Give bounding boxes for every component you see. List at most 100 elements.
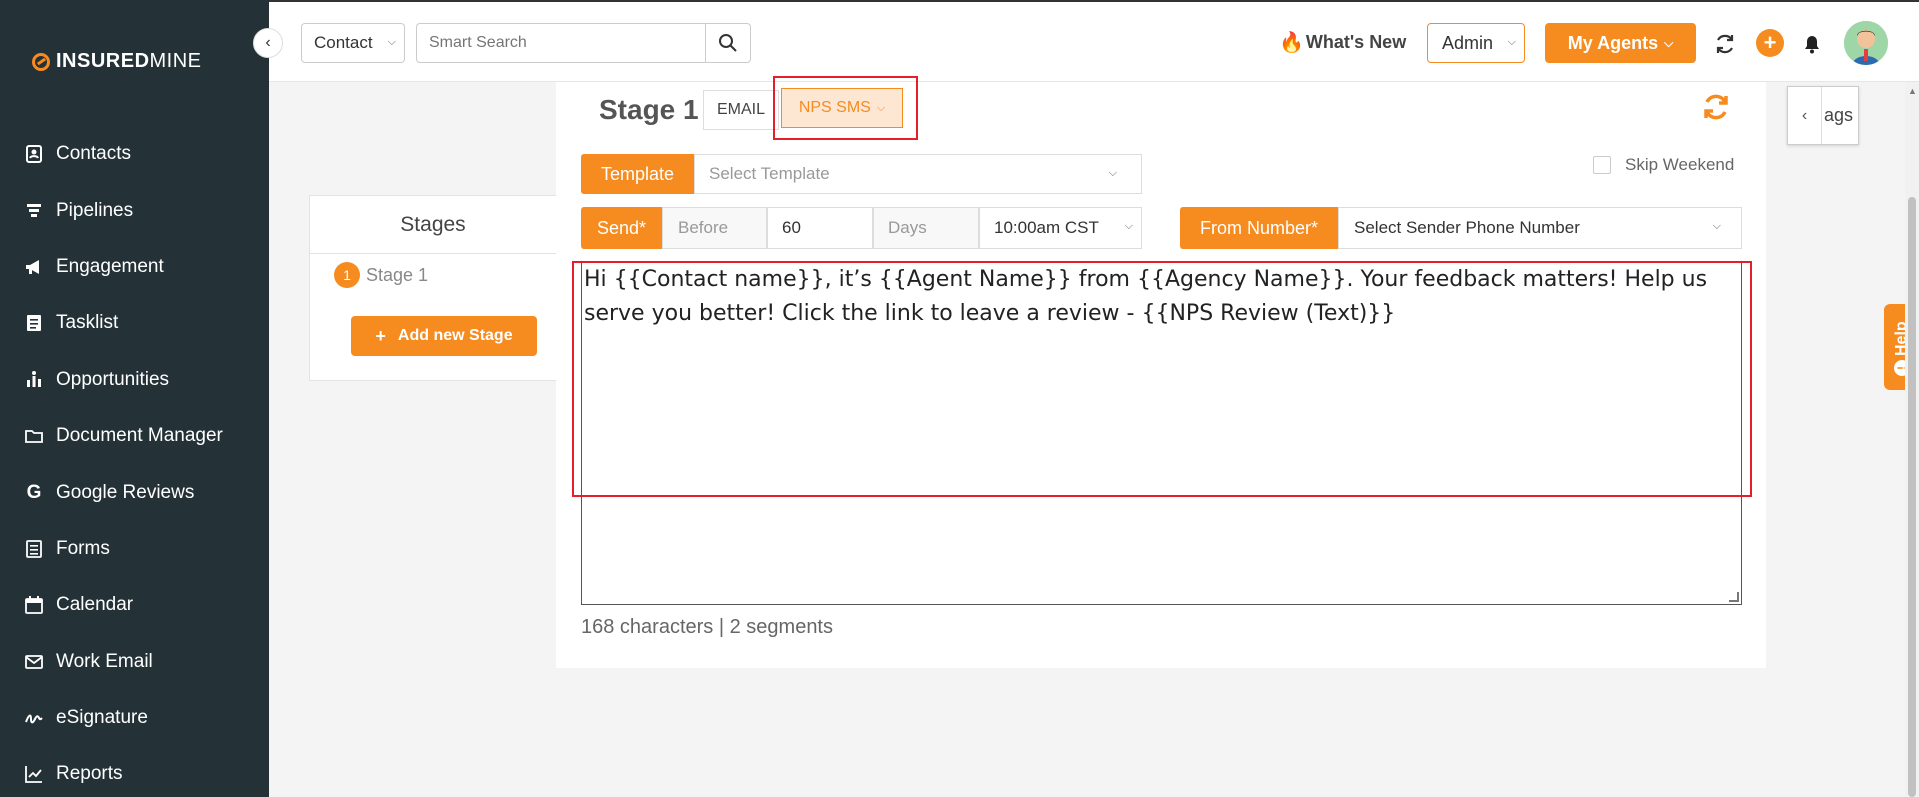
contacts-icon (24, 144, 44, 164)
skip-weekend-checkbox[interactable] (1593, 156, 1611, 174)
role-select[interactable]: Admin ⌵ (1427, 23, 1525, 63)
smart-search-input[interactable] (416, 23, 706, 63)
sidebar-item-label: Reports (56, 763, 123, 785)
send-time-value: 10:00am CST (994, 218, 1099, 237)
google-icon: G (26, 481, 42, 503)
chevron-left-icon[interactable]: ‹ (1788, 87, 1822, 144)
sidebar-item-label: Calendar (56, 594, 134, 616)
plus-icon: + (1763, 30, 1777, 55)
bell-icon[interactable] (1803, 34, 1821, 54)
stage-item[interactable]: 1 Stage 1 (334, 262, 428, 288)
tasklist-icon (24, 313, 44, 333)
send-label-button: Send* (581, 207, 662, 249)
skip-weekend-toggle[interactable]: Skip Weekend (1593, 155, 1734, 175)
chevron-down-icon: ⌵ (1108, 167, 1117, 179)
tags-panel-label: ags (1824, 105, 1854, 125)
tab-nps-sms[interactable]: NPS SMS ⌵ (781, 88, 903, 128)
chevron-down-icon: ⌵ (876, 101, 886, 114)
logo-mark-icon (32, 52, 50, 71)
brand-logo[interactable]: INSURED MINE (32, 50, 202, 73)
sidebar-item-work-email[interactable]: Work Email (0, 634, 269, 690)
template-select-placeholder: Select Template (709, 164, 830, 183)
skip-weekend-label: Skip Weekend (1625, 155, 1735, 174)
whats-new-link[interactable]: 🔥 What's New (1279, 30, 1406, 55)
sidebar-item-engagement[interactable]: Engagement (0, 239, 269, 295)
search-icon (719, 34, 737, 52)
sidebar-item-label: Opportunities (56, 368, 170, 390)
sidebar-item-label: Tasklist (56, 312, 119, 334)
sidebar-item-label: Work Email (56, 650, 153, 672)
scroll-up-arrow-icon[interactable]: ▲ (1908, 86, 1917, 96)
chevron-down-icon: ⌵ (1664, 35, 1674, 50)
sidebar-item-calendar[interactable]: Calendar (0, 577, 269, 633)
top-bar: Contact ⌵ 🔥 What's New Admin ⌵ My Agents… (269, 0, 1919, 82)
sidebar-item-reports[interactable]: Reports (0, 746, 269, 797)
role-value: Admin (1442, 32, 1494, 53)
sidebar-item-document-manager[interactable]: Document Manager (0, 408, 269, 464)
sidebar-item-forms[interactable]: Forms (0, 521, 269, 577)
calendar-icon (24, 595, 44, 615)
stage-number-badge: 1 (334, 262, 360, 288)
chart-icon (24, 764, 44, 784)
envelope-icon (24, 652, 44, 672)
scrollbar-thumb[interactable] (1908, 197, 1916, 797)
chevron-down-icon: ⌵ (387, 36, 396, 48)
avatar-image (1844, 21, 1888, 65)
my-agents-button[interactable]: My Agents ⌵ (1545, 23, 1696, 63)
stages-title: Stages (310, 196, 556, 254)
search-scope-select[interactable]: Contact ⌵ (301, 23, 405, 63)
chevron-down-icon: ⌵ (1124, 220, 1133, 232)
add-new-stage-button[interactable]: + Add new Stage (351, 316, 537, 356)
chevron-down-icon: ⌵ (1507, 36, 1516, 48)
refresh-icon[interactable] (1713, 32, 1737, 56)
megaphone-icon (24, 257, 44, 277)
brand-name-part1: INSURED (56, 50, 150, 72)
from-number-label: From Number* (1180, 207, 1338, 249)
page-scrollbar[interactable]: ▲ (1905, 82, 1919, 797)
stages-card: Stages 1 Stage 1 + Add new Stage (309, 195, 557, 381)
sidebar-item-label: eSignature (56, 707, 148, 729)
sidebar-item-opportunities[interactable]: Opportunities (0, 352, 269, 408)
days-value-input[interactable]: 60 (767, 207, 873, 249)
resize-handle-icon[interactable] (1729, 592, 1739, 602)
stage-item-label: Stage 1 (366, 264, 429, 285)
user-avatar[interactable] (1844, 21, 1888, 65)
forms-icon (24, 539, 44, 559)
sidebar-item-esignature[interactable]: eSignature (0, 690, 269, 746)
template-button[interactable]: Template (581, 154, 694, 194)
stage-editor-card: Stage 1 EMAIL NPS SMS ⌵ Template Select … (556, 76, 1766, 668)
send-time-select[interactable]: 10:00am CST ⌵ (979, 207, 1142, 249)
opportunities-icon (24, 370, 44, 390)
template-select[interactable]: Select Template ⌵ (694, 154, 1142, 194)
signature-icon (24, 708, 44, 728)
sender-phone-select[interactable]: Select Sender Phone Number ⌵ (1338, 207, 1742, 249)
sidebar-item-label: Document Manager (56, 425, 223, 447)
highlight-box-message (572, 261, 1752, 497)
brand-name-part2: MINE (149, 50, 202, 72)
my-agents-label: My Agents (1567, 32, 1659, 53)
days-unit-field: Days (873, 207, 979, 249)
search-scope-value: Contact (314, 33, 373, 52)
pipelines-icon (24, 201, 44, 221)
flame-icon: 🔥 (1279, 32, 1304, 54)
sidebar-item-tasklist[interactable]: Tasklist (0, 295, 269, 351)
tags-panel[interactable]: ‹ ags (1787, 86, 1859, 145)
search-button[interactable] (705, 23, 751, 63)
character-count: 168 characters | 2 segments (581, 616, 833, 638)
sidebar-item-contacts[interactable]: Contacts (0, 126, 269, 182)
sidebar-item-label: Forms (56, 537, 110, 559)
sync-icon[interactable] (1701, 92, 1731, 122)
quick-add-button[interactable]: + (1756, 29, 1784, 57)
add-new-stage-label: Add new Stage (397, 327, 513, 344)
stage-title: Stage 1 (599, 94, 699, 125)
folder-icon (24, 426, 44, 446)
plus-icon: + (375, 325, 386, 346)
before-field[interactable]: Before (662, 207, 767, 249)
tab-email[interactable]: EMAIL (703, 90, 779, 130)
collapse-sidebar-button[interactable]: ‹ (253, 28, 283, 58)
sidebar-nav: Contacts Pipelines Engagement Tasklist O… (0, 126, 269, 797)
sidebar-item-google-reviews[interactable]: G Google Reviews (0, 464, 269, 520)
whats-new-label: What's New (1305, 32, 1407, 52)
sidebar-item-pipelines[interactable]: Pipelines (0, 182, 269, 238)
chevron-left-icon: ‹ (265, 34, 271, 51)
